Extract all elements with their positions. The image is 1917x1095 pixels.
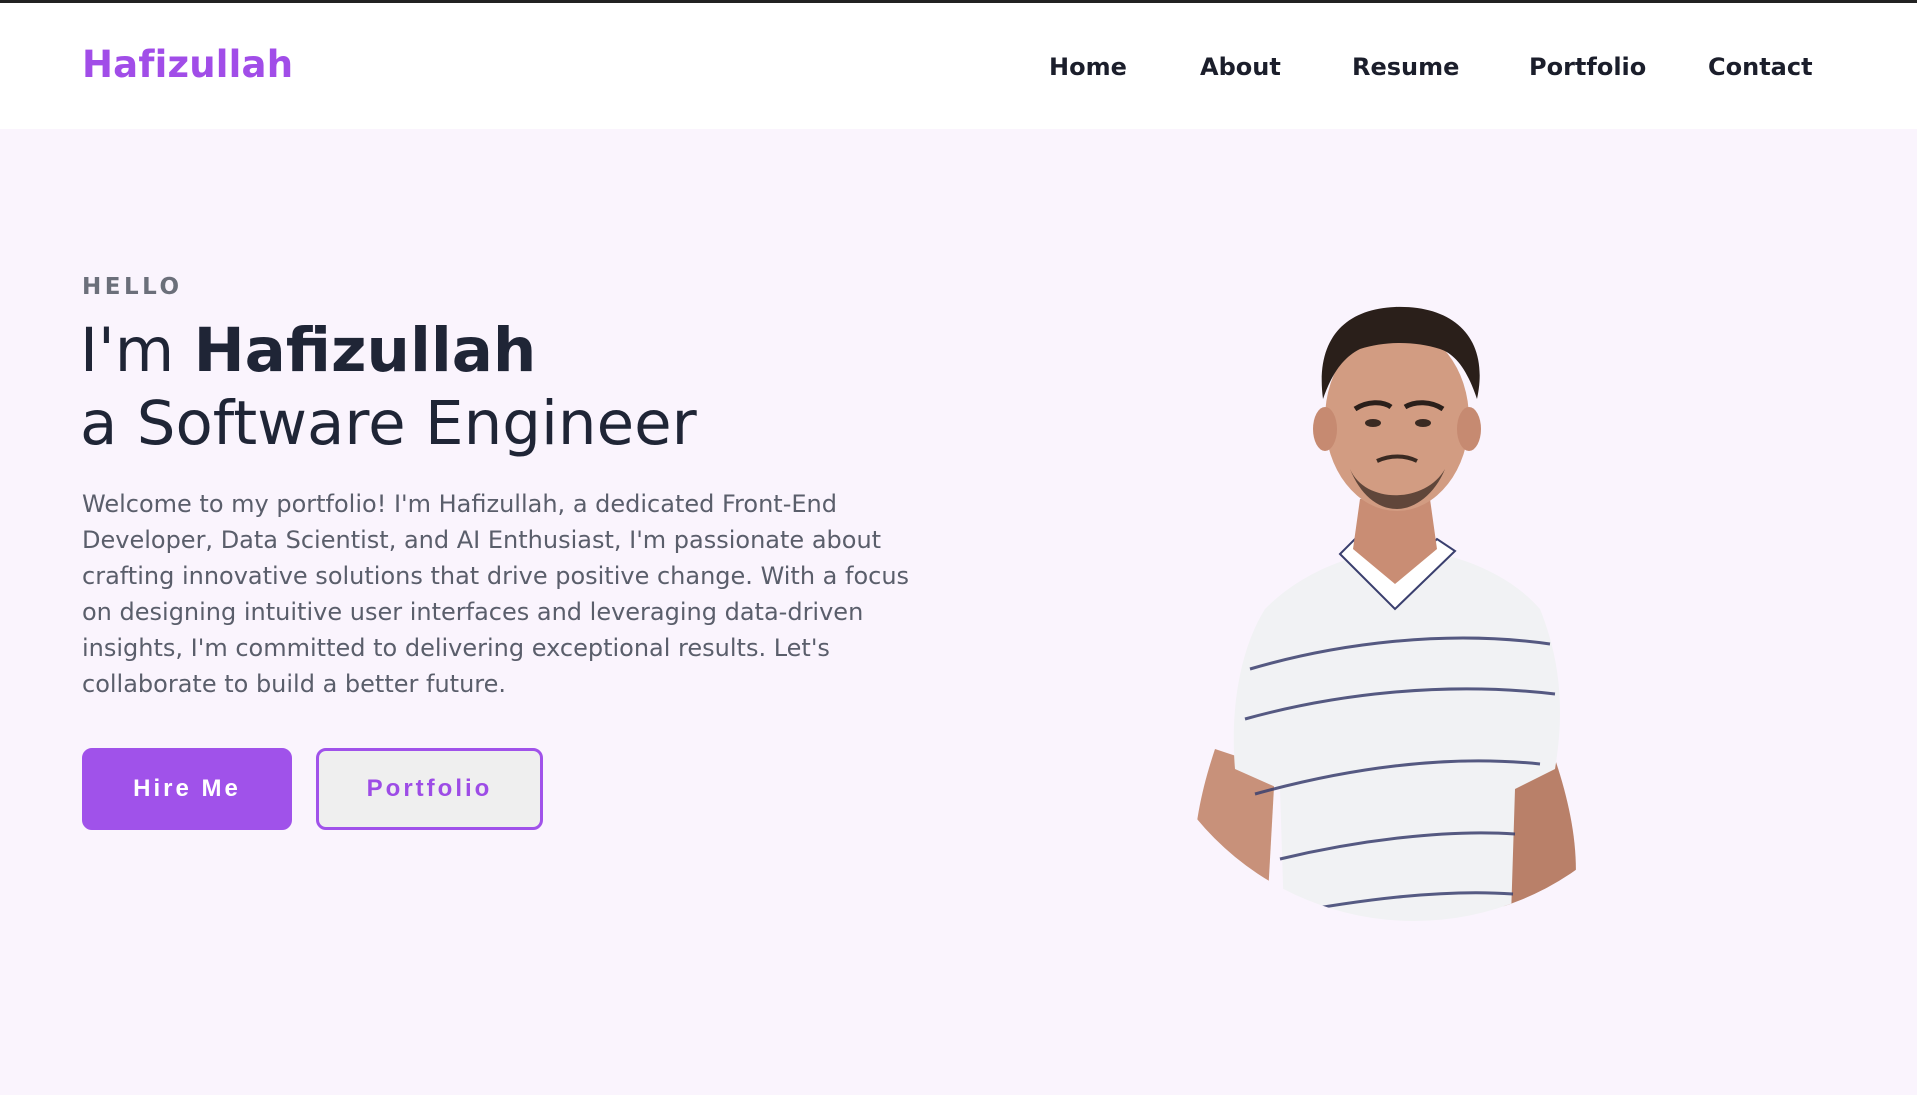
profile-photo xyxy=(1155,249,1635,949)
hero-headline: I'm Hafizullah a Software Engineer xyxy=(80,314,697,460)
nav-link-home[interactable]: Home xyxy=(1049,53,1127,81)
navbar: Hafizullah Home About Resume Portfolio C… xyxy=(0,3,1917,129)
hero-eyebrow: HELLO xyxy=(82,274,183,300)
nav-link-portfolio[interactable]: Portfolio xyxy=(1529,53,1646,81)
portfolio-button[interactable]: Portfolio xyxy=(316,748,543,830)
hero-role: a Software Engineer xyxy=(80,388,697,459)
nav-link-about[interactable]: About xyxy=(1200,53,1281,81)
nav-link-resume[interactable]: Resume xyxy=(1352,53,1459,81)
hero-intro-text: Welcome to my portfolio! I'm Hafizullah,… xyxy=(82,490,910,698)
greeting-prefix: I'm xyxy=(80,315,194,386)
hero-section: HELLO I'm Hafizullah a Software Engineer… xyxy=(0,129,1917,1095)
site-logo[interactable]: Hafizullah xyxy=(82,43,293,86)
hire-me-button[interactable]: Hire Me xyxy=(82,748,292,830)
nav-link-contact[interactable]: Contact xyxy=(1708,53,1813,81)
hero-name: Hafizullah xyxy=(193,315,537,386)
